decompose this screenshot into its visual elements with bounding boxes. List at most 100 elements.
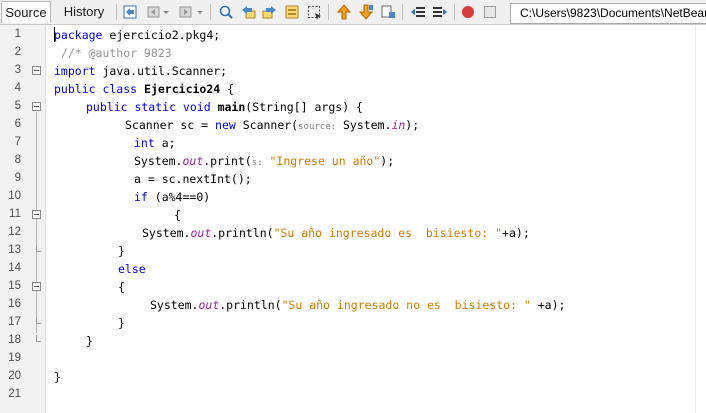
line-number: 13 [8,244,21,256]
code-line-8: System.out.print(s: "Ingrese un año"); [134,152,394,170]
code-text: java.util.Scanner; [95,64,228,78]
line-number: 21 [8,388,21,400]
line-number: 17 [8,316,21,328]
static-field: in [391,118,406,132]
line-number: 5 [14,100,21,112]
static-field: out [182,154,204,168]
code-text: (a%4==0) [147,190,211,204]
code-editor[interactable]: package ejercicio2.pkg4; //* @author 982… [47,25,706,413]
method-name: main [217,100,246,114]
code-line-20: } [54,370,61,384]
toolbar-separator [454,4,455,20]
code-line-6: Scanner sc = new Scanner(source: System.… [125,116,419,134]
parameter-hint: s: [251,158,263,168]
back-icon[interactable] [146,4,162,20]
fold-end-icon [36,317,41,324]
find-icon[interactable] [218,4,234,20]
toolbar-separator [210,4,211,20]
line-number: 15 [8,280,21,292]
code-line-11: { [174,208,181,222]
code-line-15: { [118,280,125,294]
code-line-13: } [118,244,125,258]
line-number: 3 [14,64,21,76]
code-text: +a); [530,298,566,312]
keyword: import [54,64,96,78]
code-text: .print( [203,154,252,168]
line-number: 9 [14,172,21,184]
toggle-highlight-icon[interactable] [284,4,300,20]
line-number: 4 [14,82,21,94]
code-line-10: if (a%4==0) [134,188,210,206]
code-text: System. [142,226,191,240]
keyword: package [54,28,103,42]
forward-dropdown-icon[interactable] [196,4,204,20]
find-next-icon[interactable] [262,4,278,20]
line-number: 18 [8,334,21,346]
code-text: .println( [211,226,274,240]
next-bookmark-icon[interactable] [358,4,374,20]
code-text: .println( [219,298,282,312]
fold-toggle-icon[interactable] [32,102,41,111]
toolbar-separator [402,4,403,20]
code-line-3: import java.util.Scanner; [54,62,227,80]
line-number: 8 [14,154,21,166]
toggle-rectangular-selection-icon[interactable] [306,4,322,20]
fold-toggle-icon[interactable] [32,282,41,291]
line-number: 16 [8,298,21,310]
code-line-16: System.out.println("Su año ingresado no … [150,296,565,314]
toggle-bookmark-icon[interactable] [122,4,138,20]
tab-history[interactable]: History [56,1,112,23]
shift-right-icon[interactable] [432,4,448,20]
line-number: 19 [8,352,21,364]
code-line-7: int a; [134,134,176,152]
text-caret [54,27,55,42]
code-text: Scanner( [235,118,299,132]
string-literal: "Su año ingresado no es bisiesto: " [281,298,531,312]
code-line-4: public class Ejercicio24 { [54,80,234,98]
toggle-bookmark-ops-icon[interactable] [380,4,396,20]
string-literal: "Ingrese un año" [269,154,381,168]
code-line-9: a = sc.nextInt(); [134,172,252,186]
static-field: out [190,226,212,240]
code-line-14: else [118,262,146,276]
code-text: ejercicio2.pkg4; [102,28,221,42]
keyword: new [215,118,236,132]
line-number: 7 [14,136,21,148]
line-number: 10 [8,190,21,202]
fold-end-icon [36,245,41,252]
fold-end-icon [36,335,41,342]
fold-guide [36,112,37,333]
previous-bookmark-icon[interactable] [336,4,352,20]
code-text: System. [150,298,199,312]
code-line-12: System.out.println("Su año ingresado es … [142,224,530,242]
back-dropdown-icon[interactable] [162,4,170,20]
keyword: public static void [86,100,211,114]
code-line-17: } [118,316,125,330]
toolbar-separator [328,4,329,20]
code-text: ); [405,118,420,132]
string-literal: "Su año ingresado es bisiesto: " [273,226,503,240]
code-text: System. [336,118,392,132]
line-number: 14 [8,262,21,274]
line-number: 2 [14,46,21,58]
code-line-1: package ejercicio2.pkg4; [54,26,220,44]
fold-toggle-icon[interactable] [32,210,41,219]
line-number-gutter: 1 2 3 4 5 6 7 8 9 10 11 12 13 14 15 16 1… [0,25,46,413]
shift-left-icon[interactable] [410,4,426,20]
forward-icon[interactable] [178,4,194,20]
tab-source[interactable]: Source [1,1,51,23]
code-line-5: public static void main(String[] args) { [86,98,363,116]
code-text: ); [380,154,395,168]
stop-macro-icon[interactable] [482,4,498,20]
class-name: Ejercicio24 [144,82,221,96]
line-number: 11 [9,208,21,220]
parameter-hint: source: [298,122,337,132]
line-number: 1 [14,28,21,40]
find-previous-icon[interactable] [240,4,256,20]
code-text: System. [134,154,183,168]
start-macro-icon[interactable] [460,4,476,20]
code-text: +a); [502,226,530,240]
editor-toolbar: Source History C:\Users\9823\Documents\N… [0,0,706,25]
code-text: a; [154,136,176,150]
fold-toggle-icon[interactable] [32,66,41,75]
